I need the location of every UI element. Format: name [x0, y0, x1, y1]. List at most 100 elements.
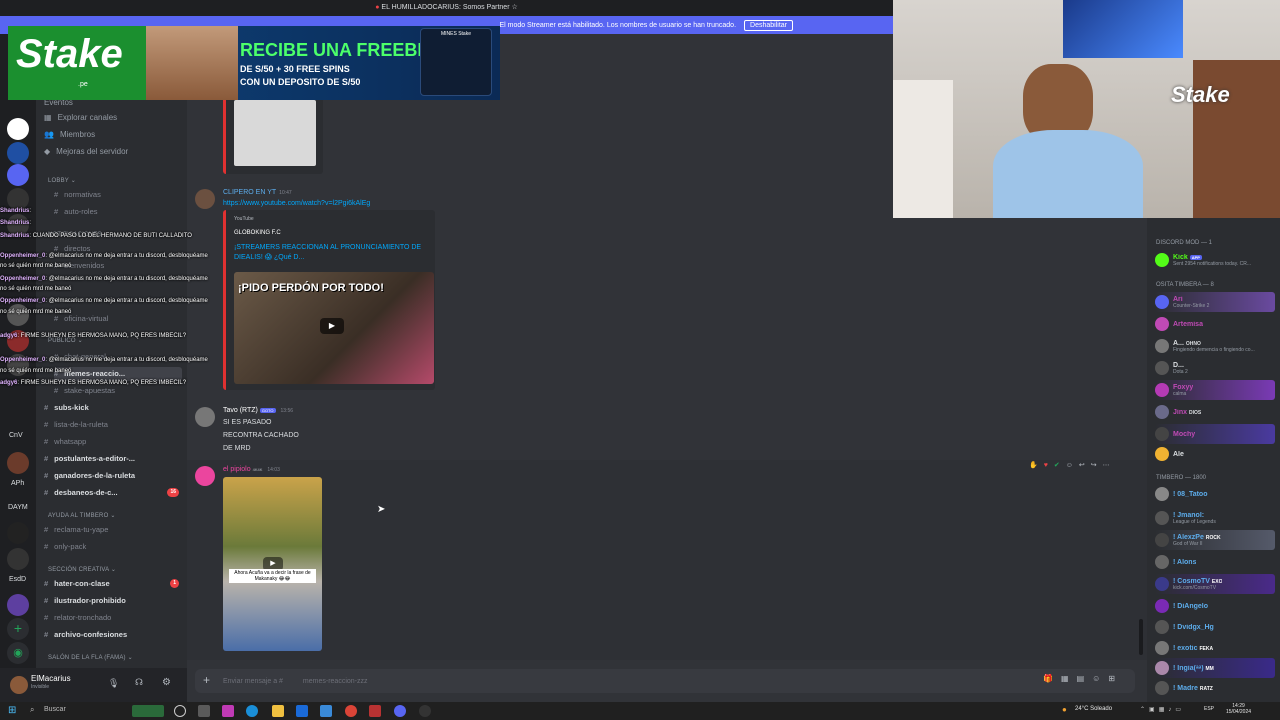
message-author[interactable]: el pipiolo: [223, 466, 251, 473]
channel-whatsapp[interactable]: # whatsapp: [44, 435, 86, 449]
member-item[interactable]: ! Alons: [1155, 552, 1275, 572]
video-thumbnail[interactable]: ¡PIDO PERDÓN POR TODO! ▶: [234, 272, 434, 384]
channel-subs-kick[interactable]: # subs-kick: [44, 401, 89, 415]
channel-lista-de-la-ruleta[interactable]: # lista-de-la-ruleta: [44, 418, 108, 432]
avatar[interactable]: [195, 407, 215, 427]
category-ayuda[interactable]: AYUDA AL TIMBERO ⌄: [48, 509, 116, 523]
discord-icon[interactable]: [394, 705, 406, 717]
member-item[interactable]: Mochy: [1155, 424, 1275, 444]
member-item[interactable]: ! CosmoTV EXO kick.com/CosmoTV: [1155, 574, 1275, 594]
weather-text[interactable]: 24°C Soleado: [1075, 706, 1112, 712]
add-server-icon[interactable]: +: [7, 618, 29, 640]
scrollbar-thumb[interactable]: [1139, 619, 1143, 655]
channel-hater-con-clase[interactable]: # hater-con-clase 1: [44, 577, 179, 591]
mic-icon[interactable]: 🎙: [108, 678, 119, 689]
message-author[interactable]: CLIPERO EN YT: [223, 189, 276, 196]
search-icon[interactable]: ⌕: [30, 705, 34, 715]
channel-reclama-tu-yape[interactable]: # reclama-tu-yape: [44, 523, 108, 537]
check-icon[interactable]: ✔: [1054, 461, 1060, 469]
channel-ganadores[interactable]: # ganadores-de-la-ruleta: [44, 469, 135, 483]
member-item[interactable]: Ale: [1155, 444, 1275, 464]
play-icon[interactable]: ▶: [320, 318, 344, 334]
video-attachment[interactable]: ▶ Ahora Acuña va a decir la frase de Mak…: [223, 477, 322, 651]
message-input[interactable]: + Enviar mensaje a # memes-reaccion-zzz …: [195, 669, 1135, 693]
gear-icon[interactable]: ⚙: [162, 677, 171, 688]
store-icon[interactable]: [296, 705, 308, 717]
server-icon-12[interactable]: [7, 594, 29, 616]
avatar[interactable]: [195, 466, 215, 486]
taskbar-search[interactable]: Buscar: [44, 706, 66, 713]
server-label-esdd[interactable]: EsdD: [9, 576, 26, 583]
windows-start-icon[interactable]: ⊞: [8, 705, 16, 716]
channel-archivo-confesiones[interactable]: # archivo-confesiones: [44, 628, 127, 642]
app-icon[interactable]: [320, 705, 332, 717]
member-item[interactable]: ! 08_Tatoo: [1155, 484, 1275, 504]
message-link[interactable]: https://www.youtube.com/watch?v=l2Pgi6kA…: [223, 200, 370, 207]
member-item[interactable]: ! Dvidgx_Hg: [1155, 617, 1275, 637]
member-item[interactable]: Jinx DIOS: [1155, 402, 1275, 422]
disable-streamer-mode-button[interactable]: Deshabilitar: [744, 19, 793, 31]
category-seccion-creativa[interactable]: SECCIÓN CREATIVA ⌄: [48, 563, 116, 577]
edge-icon[interactable]: [246, 705, 258, 717]
task-view-icon[interactable]: [198, 705, 210, 717]
copilot-icon[interactable]: [174, 705, 186, 717]
obs-icon[interactable]: [369, 705, 381, 717]
embed-author[interactable]: GLOBOKING F.C: [234, 230, 281, 236]
member-item[interactable]: ! AlexzPe ROCK God of War II: [1155, 530, 1275, 550]
member-item[interactable]: D... Dota 2: [1155, 358, 1275, 378]
member-item[interactable]: Ari Counter-Strike 2: [1155, 292, 1275, 312]
sidebar-item-miembros[interactable]: 👥 Miembros: [44, 128, 95, 142]
embed-image[interactable]: [234, 100, 316, 166]
server-icon-3[interactable]: [7, 164, 29, 186]
reaction-icon[interactable]: ✋: [1029, 461, 1038, 469]
input-tools-icons[interactable]: 🎁▦▤☺⊞: [1043, 674, 1123, 683]
headphones-icon[interactable]: ☊: [135, 677, 143, 688]
server-icon-betway[interactable]: [7, 118, 29, 140]
channel-relator-tronchado[interactable]: # relator-tronchado: [44, 611, 111, 625]
member-item[interactable]: ! Jmanol: League of Legends: [1155, 508, 1275, 528]
server-label-aph[interactable]: APh: [11, 480, 24, 487]
category-lobby[interactable]: LOBBY ⌄: [48, 174, 76, 188]
widget-icon[interactable]: [132, 705, 164, 717]
member-item[interactable]: Artemisa: [1155, 314, 1275, 334]
member-item[interactable]: ! Ingia(ᵃᵃ) MM: [1155, 658, 1275, 678]
server-icon-9[interactable]: [7, 452, 29, 474]
explore-servers-icon[interactable]: ◉: [7, 642, 29, 664]
embed-title[interactable]: ¡STREAMERS REACCIONAN AL PRONUNCIAMIENTO…: [234, 243, 430, 263]
sidebar-item-mejoras[interactable]: ◆ Mejoras del servidor: [44, 145, 128, 159]
category-salon-fama[interactable]: SALÓN DE LA FLA (FAMA) ⌄: [48, 651, 133, 665]
server-label-daym[interactable]: DAYM: [8, 504, 28, 511]
channel-postulantes[interactable]: # postulantes-a-editor-...: [44, 452, 135, 466]
server-icon-11[interactable]: [7, 548, 29, 570]
reaction-icon[interactable]: ♥: [1044, 462, 1048, 469]
language-indicator[interactable]: ESP: [1204, 706, 1214, 712]
system-tray-icons[interactable]: ⌃▣▦♪▭: [1140, 706, 1185, 713]
member-item[interactable]: ! Madre RATZ: [1155, 678, 1275, 698]
stake-ad-banner[interactable]: Stake .pe RECIBE UNA FREEBET DE S/50 + 3…: [8, 26, 500, 100]
user-name[interactable]: ElMacarius: [31, 674, 71, 683]
chrome-icon[interactable]: [345, 705, 357, 717]
file-explorer-icon[interactable]: [272, 705, 284, 717]
app-icon[interactable]: [222, 705, 234, 717]
member-item[interactable]: Kick APP Sent 2954 notifications today. C…: [1155, 250, 1275, 270]
app-icon[interactable]: [419, 705, 431, 717]
add-attachment-icon[interactable]: +: [203, 673, 210, 687]
server-icon-2[interactable]: [7, 142, 29, 164]
member-item[interactable]: ! exotic FEKA: [1155, 638, 1275, 658]
more-icon[interactable]: ⋯: [1103, 461, 1110, 469]
channel-ilustrador-prohibido[interactable]: # ilustrador-prohibido: [44, 594, 126, 608]
emoji-icon[interactable]: ☺: [1066, 462, 1073, 469]
channel-desbaneos[interactable]: # desbaneos-de-c... 16: [44, 486, 179, 500]
server-label-cnv[interactable]: CnV: [9, 432, 23, 439]
sidebar-item-explorar-canales[interactable]: ▦ Explorar canales: [44, 111, 117, 125]
server-icon-10[interactable]: [7, 522, 29, 544]
forward-icon[interactable]: ↪: [1091, 461, 1097, 469]
previous-embed[interactable]: [223, 96, 323, 174]
weather-icon[interactable]: ●: [1062, 705, 1067, 714]
message-author[interactable]: Tavo (RTZ): [223, 407, 258, 414]
reply-icon[interactable]: ↩: [1079, 461, 1085, 469]
clock[interactable]: 14:29 15/04/2024: [1226, 703, 1251, 715]
member-item[interactable]: A... OHNO Fingiendo demencia o fingiendo …: [1155, 336, 1275, 356]
avatar[interactable]: [10, 676, 28, 694]
member-item[interactable]: Foxyy calma: [1155, 380, 1275, 400]
